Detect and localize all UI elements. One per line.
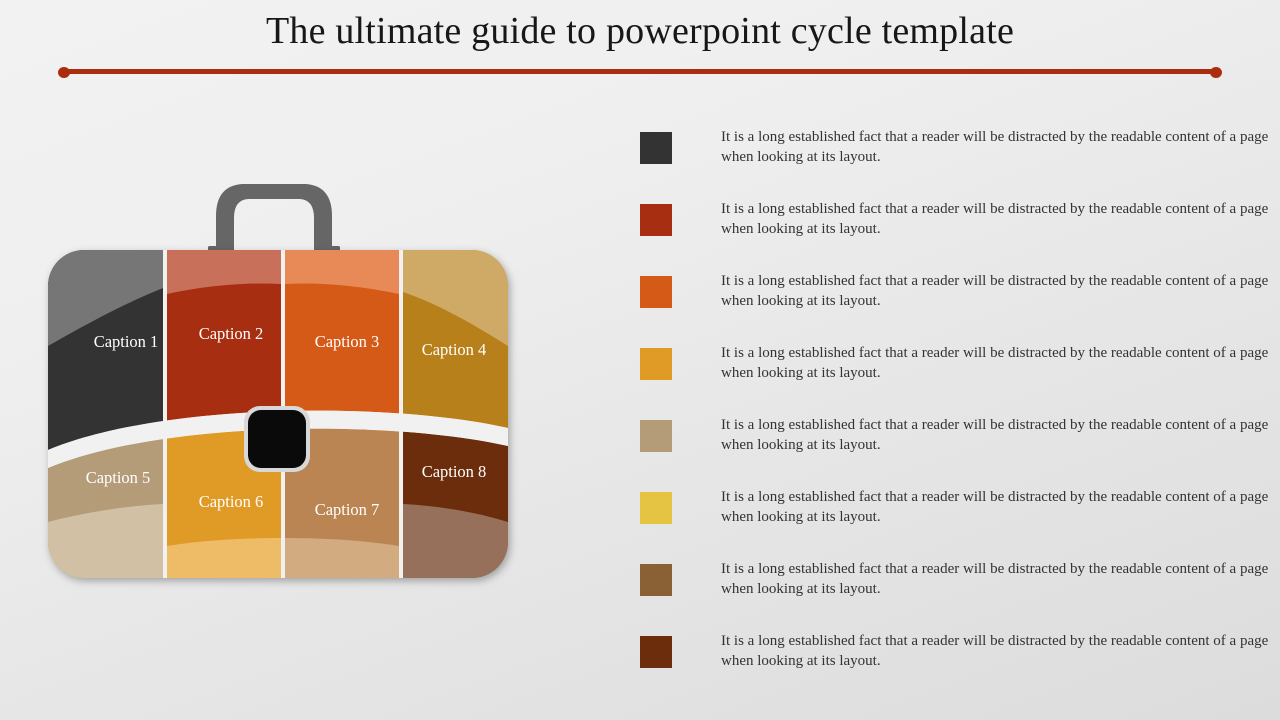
legend-item[interactable]: It is a long established fact that a rea… — [640, 344, 1280, 416]
legend-swatch — [640, 276, 672, 308]
page-title: The ultimate guide to powerpoint cycle t… — [265, 10, 1015, 52]
title-divider — [58, 67, 1222, 78]
legend-item[interactable]: It is a long established fact that a rea… — [640, 128, 1280, 200]
legend-item-text: It is a long established fact that a rea… — [721, 633, 1269, 669]
legend-swatch — [640, 132, 672, 164]
legend-item-text: It is a long established fact that a rea… — [721, 201, 1269, 237]
legend-swatch — [640, 492, 672, 524]
briefcase-handle-icon — [208, 184, 340, 254]
legend-item-text: It is a long established fact that a rea… — [721, 489, 1269, 525]
legend-swatch — [640, 420, 672, 452]
legend-swatch — [640, 348, 672, 380]
briefcase-lock-icon — [244, 406, 310, 472]
legend-item[interactable]: It is a long established fact that a rea… — [640, 488, 1280, 560]
legend-item-text: It is a long established fact that a rea… — [721, 129, 1269, 165]
legend-item-text: It is a long established fact that a rea… — [721, 273, 1269, 309]
legend-item[interactable]: It is a long established fact that a rea… — [640, 560, 1280, 632]
legend-item-text: It is a long established fact that a rea… — [721, 561, 1269, 597]
legend-swatch — [640, 564, 672, 596]
legend-item-text: It is a long established fact that a rea… — [721, 417, 1269, 453]
legend-item[interactable]: It is a long established fact that a rea… — [640, 416, 1280, 488]
legend-item-text: It is a long established fact that a rea… — [721, 345, 1269, 381]
divider-cap-right — [1210, 67, 1222, 78]
legend-swatch — [640, 204, 672, 236]
title-area: The ultimate guide to powerpoint cycle t… — [0, 0, 1280, 62]
divider-bar — [64, 69, 1216, 74]
briefcase-cycle-diagram: Caption 1 Caption 2 Caption 3 Caption 4 … — [42, 176, 512, 580]
legend-item[interactable]: It is a long established fact that a rea… — [640, 200, 1280, 272]
briefcase-body — [48, 250, 508, 578]
legend-list: It is a long established fact that a rea… — [640, 128, 1280, 704]
legend-item[interactable]: It is a long established fact that a rea… — [640, 632, 1280, 704]
legend-swatch — [640, 636, 672, 668]
legend-item[interactable]: It is a long established fact that a rea… — [640, 272, 1280, 344]
